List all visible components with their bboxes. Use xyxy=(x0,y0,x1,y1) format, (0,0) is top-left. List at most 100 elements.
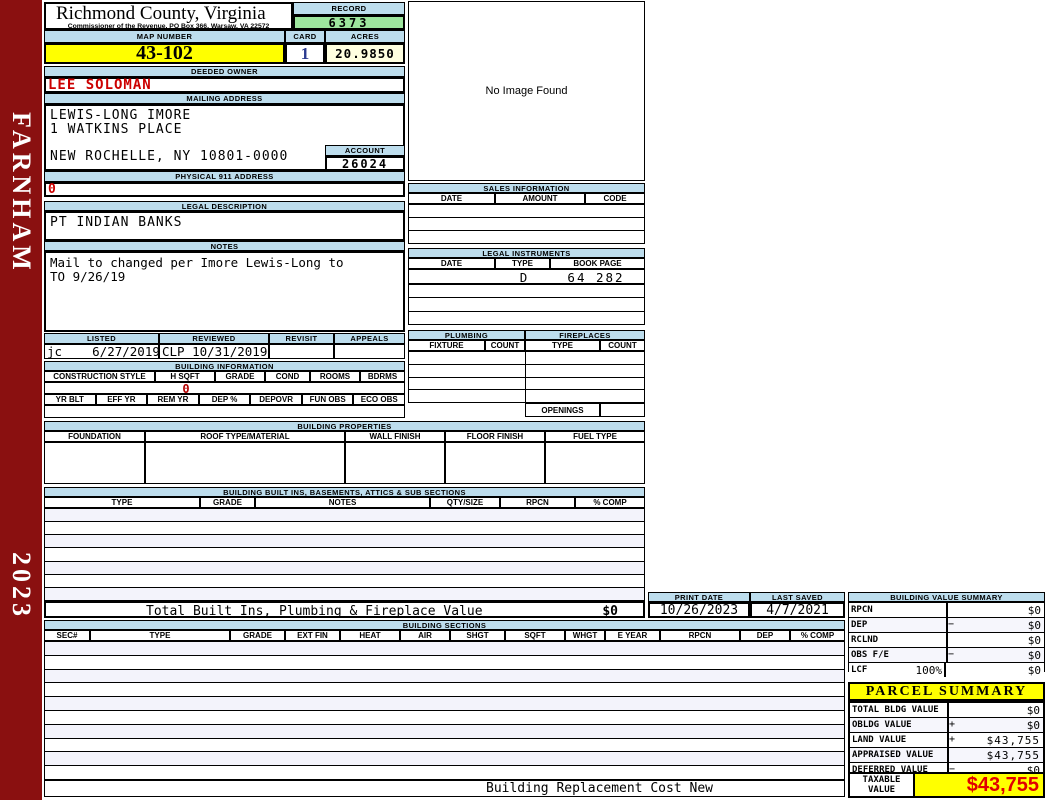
built-ins-header-row: TYPE GRADE NOTES QTY/SIZE RPCN % COMP xyxy=(44,497,645,508)
building-sections-title: BUILDING SECTIONS xyxy=(44,620,845,630)
summary-row-label: RCLND xyxy=(849,633,948,647)
legal-instruments-rows xyxy=(408,284,645,325)
listed-value: jc 6/27/2019 xyxy=(44,344,160,359)
deeded-owner-value: LEE SOLOMAN xyxy=(44,77,405,93)
summary-row-op: − xyxy=(948,649,955,660)
empty-row xyxy=(45,766,844,779)
column-header: COND xyxy=(265,371,310,382)
building-info-values-row2 xyxy=(44,405,405,418)
column-header: TYPE xyxy=(90,630,230,641)
building-info-header-row2: YR BLT EFF YR REM YR DEP % DEPOVR FUN OB… xyxy=(44,394,406,405)
column-header: WALL FINISH xyxy=(345,431,445,442)
column-header: QTY/SIZE xyxy=(430,497,500,508)
legal-instrument-row: D 64 282 xyxy=(408,269,645,285)
no-image-text: No Image Found xyxy=(485,85,568,97)
roof-cell xyxy=(145,442,345,484)
parcel-row: OBLDG VALUE + $0 xyxy=(850,718,1043,733)
parcel-row: LAND VALUE + $43,755 xyxy=(850,733,1043,748)
deeded-owner-label: DEEDED OWNER xyxy=(44,66,405,77)
column-header: BOOK PAGE xyxy=(550,258,645,269)
empty-row xyxy=(409,352,644,365)
parcel-row-value: $0 xyxy=(1026,719,1040,732)
print-date-value: 10/26/2023 xyxy=(648,602,750,618)
summary-row-op xyxy=(948,633,960,647)
account-value: 26024 xyxy=(325,156,405,171)
summary-row-value: $0 xyxy=(1027,664,1041,677)
summary-row: DEP − $0 xyxy=(849,618,1044,633)
parcel-row-label: LAND VALUE xyxy=(850,733,949,747)
column-header: BDRMS xyxy=(360,371,405,382)
card-value: 1 xyxy=(285,43,325,64)
legal-instruments-header-row: DATE TYPE BOOK PAGE xyxy=(408,258,645,269)
empty-row xyxy=(45,548,644,562)
acres-label: ACRES xyxy=(325,30,405,43)
column-header: DATE xyxy=(408,193,495,204)
column-header: DATE xyxy=(408,258,495,269)
column-header: REM YR xyxy=(147,394,199,405)
parcel-row-label: TOTAL BLDG VALUE xyxy=(850,703,949,717)
building-info-values-row1: 0 xyxy=(44,382,405,396)
column-header: FOUNDATION xyxy=(44,431,145,442)
property-image-panel: No Image Found xyxy=(408,1,645,181)
fuel-type-cell xyxy=(545,442,645,484)
parcel-row-op: + xyxy=(949,719,956,730)
building-info-header-row1: CONSTRUCTION STYLE H SQFT GRADE COND ROO… xyxy=(44,371,405,382)
plumbing-fireplaces-rows xyxy=(408,351,645,403)
column-header: FUEL TYPE xyxy=(545,431,645,442)
notes-line-2: TO 9/26/19 xyxy=(50,269,126,284)
card-label: CARD xyxy=(285,30,325,43)
column-header: FIXTURE xyxy=(408,340,485,351)
summary-row-op xyxy=(948,603,960,617)
column-header: TYPE xyxy=(44,497,200,508)
column-header: AMOUNT xyxy=(495,193,585,204)
last-saved-value: 4/7/2021 xyxy=(750,602,845,618)
column-header: ROOMS xyxy=(310,371,360,382)
built-ins-total-value: $0 xyxy=(602,604,618,619)
building-properties-title: BUILDING PROPERTIES xyxy=(44,421,645,431)
fireplaces-title: FIREPLACES xyxy=(525,330,645,340)
built-ins-rows xyxy=(44,508,645,601)
legal-description-value: PT INDIAN BANKS xyxy=(50,215,183,230)
parcel-row-op xyxy=(949,748,961,762)
empty-row xyxy=(45,535,644,549)
plumbing-fireplaces-header-row: FIXTURE COUNT TYPE COUNT xyxy=(408,340,645,351)
building-sections-rows xyxy=(44,641,845,780)
floor-finish-cell xyxy=(445,442,545,484)
notes-label: NOTES xyxy=(44,241,405,251)
empty-row xyxy=(45,509,644,523)
column-header: RPCN xyxy=(500,497,575,508)
last-saved-label: LAST SAVED xyxy=(750,592,845,602)
empty-row xyxy=(45,669,844,684)
summary-row-op: − xyxy=(948,619,955,630)
empty-row xyxy=(45,561,644,575)
instrument-book-page: 64 282 xyxy=(567,270,625,285)
parcel-row-op: + xyxy=(949,734,956,745)
column-header: SHGT xyxy=(450,630,505,641)
building-properties-values-row xyxy=(44,442,645,484)
column-header: COUNT xyxy=(600,340,645,351)
print-date-label: PRINT DATE xyxy=(648,592,750,602)
column-header: % COMP xyxy=(575,497,645,508)
empty-row xyxy=(45,642,844,656)
column-header: WHGT xyxy=(565,630,605,641)
summary-row: OBS F/E − $0 xyxy=(849,648,1044,663)
notes-box: Mail to changed per Imore Lewis-Long to … xyxy=(44,251,405,332)
empty-row xyxy=(45,710,844,725)
empty-row xyxy=(409,285,644,299)
summary-row-value: $0 xyxy=(1027,604,1041,617)
sales-header-row: DATE AMOUNT CODE xyxy=(408,193,645,204)
tax-year-label: 2023 xyxy=(7,552,36,620)
column-header: RPCN xyxy=(660,630,740,641)
listed-label: LISTED xyxy=(44,333,159,344)
parcel-row-op xyxy=(949,703,961,717)
physical-address-label: PHYSICAL 911 ADDRESS xyxy=(44,171,405,182)
summary-row: RCLND $0 xyxy=(849,633,1044,648)
openings-label: OPENINGS xyxy=(525,403,600,417)
column-header: HEAT xyxy=(340,630,400,641)
summary-row-value: $0 xyxy=(1027,649,1041,662)
empty-row xyxy=(409,364,644,378)
appeals-value xyxy=(334,344,405,359)
parcel-summary-table: TOTAL BLDG VALUE $0 OBLDG VALUE + $0 LAN… xyxy=(848,701,1045,777)
record-value: 6373 xyxy=(293,15,405,30)
parcel-summary-title: PARCEL SUMMARY xyxy=(848,682,1045,701)
